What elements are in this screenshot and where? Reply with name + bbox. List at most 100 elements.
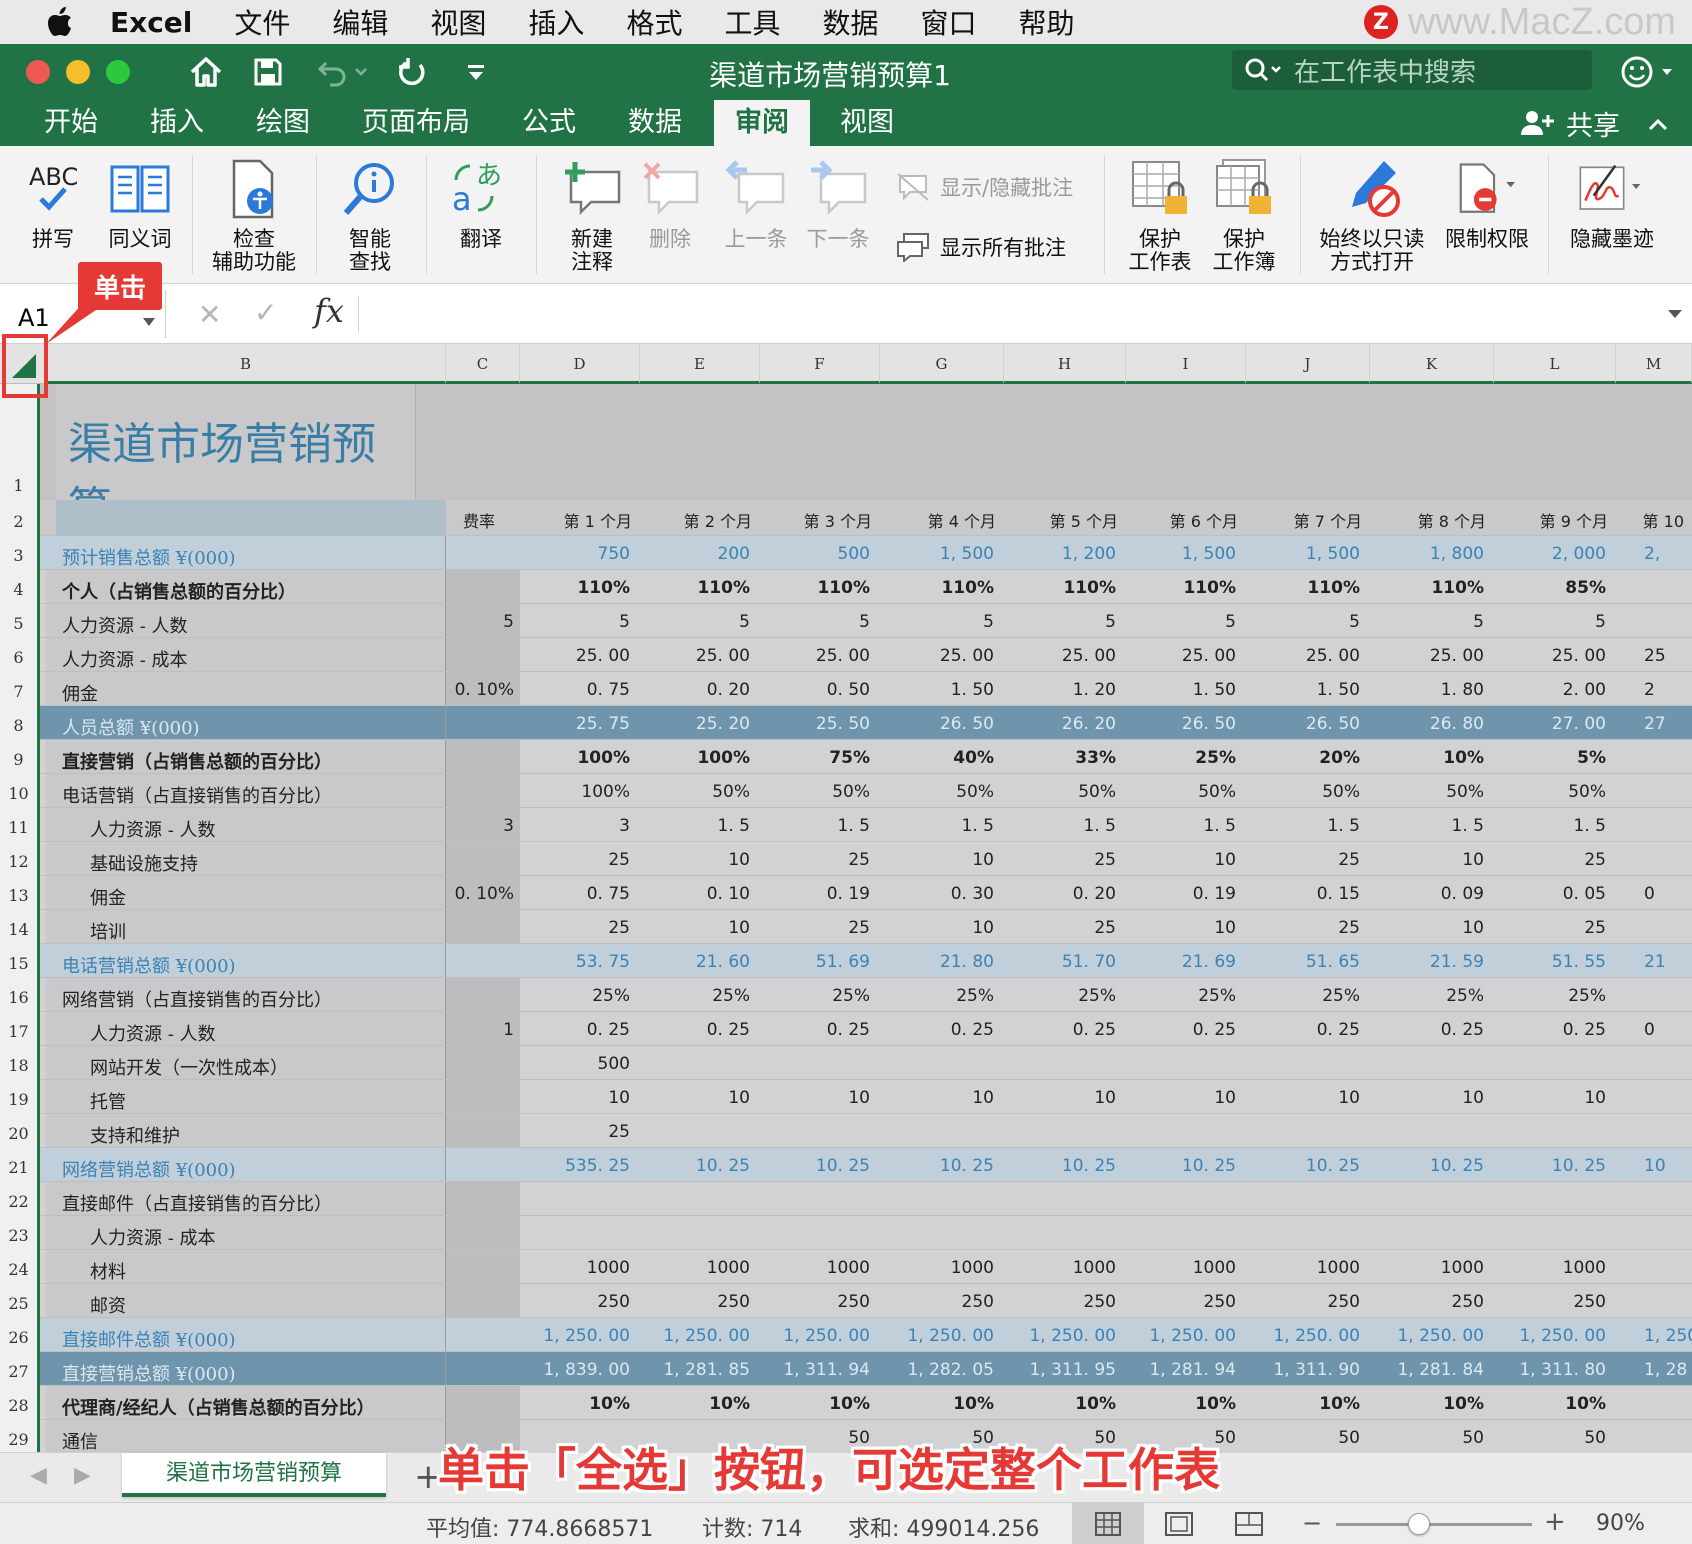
- tab-draw[interactable]: 绘图: [256, 100, 310, 146]
- data-cell[interactable]: 50%: [1126, 782, 1246, 802]
- data-cell[interactable]: 1, 282. 05: [880, 1360, 1004, 1380]
- data-cell[interactable]: 0. 75: [520, 680, 640, 700]
- data-cell[interactable]: 26. 50: [880, 714, 1004, 734]
- data-cell[interactable]: 1, 250. 00: [1246, 1326, 1370, 1346]
- data-cell[interactable]: 2. 00: [1494, 680, 1616, 700]
- data-cell[interactable]: 10: [1126, 918, 1246, 938]
- data-cell[interactable]: 1. 50: [880, 680, 1004, 700]
- data-cell[interactable]: 50: [1494, 1428, 1616, 1448]
- data-cell[interactable]: 25%: [880, 986, 1004, 1006]
- data-cell[interactable]: 51. 65: [1246, 952, 1370, 972]
- tab-formulas[interactable]: 公式: [522, 100, 576, 146]
- data-cell[interactable]: 1, 281. 85: [640, 1360, 760, 1380]
- data-cell[interactable]: 10%: [1004, 1394, 1126, 1414]
- data-cell[interactable]: 10: [880, 850, 1004, 870]
- data-cell[interactable]: 10: [1126, 850, 1246, 870]
- data-cell[interactable]: 250: [1004, 1292, 1126, 1312]
- data-cell[interactable]: 5: [520, 612, 640, 632]
- table-row[interactable]: 人力资源 - 成本: [40, 1216, 1692, 1250]
- home-icon[interactable]: [186, 54, 226, 90]
- tab-data[interactable]: 数据: [628, 100, 682, 146]
- zoom-slider-thumb[interactable]: [1407, 1513, 1430, 1535]
- name-box-dropdown-icon[interactable]: [141, 316, 157, 328]
- data-cell[interactable]: 0. 25: [1494, 1020, 1616, 1040]
- new-comment-button[interactable]: 新建 注释: [552, 154, 632, 274]
- data-cell[interactable]: 0. 25: [1126, 1020, 1246, 1040]
- data-cell[interactable]: 0. 25: [1004, 1020, 1126, 1040]
- data-cell[interactable]: 40%: [880, 748, 1004, 768]
- data-cell[interactable]: 110%: [1246, 578, 1370, 598]
- data-cell[interactable]: 1, 250. 00: [1004, 1326, 1126, 1346]
- data-cell[interactable]: 5: [1126, 612, 1246, 632]
- data-cell[interactable]: 10. 25: [1004, 1156, 1126, 1176]
- next-comment-button[interactable]: 下一条: [796, 154, 880, 251]
- data-cell[interactable]: 25%: [760, 986, 880, 1006]
- protect-workbook-button[interactable]: 保护 工作簿: [1202, 154, 1286, 274]
- data-cell[interactable]: 10%: [520, 1394, 640, 1414]
- menu-file[interactable]: 文件: [234, 2, 290, 42]
- data-cell[interactable]: 10. 25: [880, 1156, 1004, 1176]
- table-row[interactable]: 基础设施支持 25 10 25 10 25 10 25 10 25: [40, 842, 1692, 876]
- row-header[interactable]: 16: [0, 988, 37, 1007]
- data-cell[interactable]: 1000: [520, 1258, 640, 1278]
- data-cell[interactable]: 27. 00: [1494, 714, 1616, 734]
- table-row[interactable]: 直接邮件总额 ¥(000) 1, 250. 00 1, 250. 00 1, 250.…: [40, 1318, 1692, 1352]
- data-cell[interactable]: 110%: [880, 578, 1004, 598]
- data-cell[interactable]: 110%: [1004, 578, 1126, 598]
- data-cell[interactable]: 10%: [1246, 1394, 1370, 1414]
- row-header[interactable]: 26: [0, 1328, 37, 1347]
- smart-lookup-button[interactable]: 智能 查找: [330, 154, 410, 274]
- page-break-view-button[interactable]: [1234, 1511, 1264, 1541]
- data-cell[interactable]: 5: [1494, 612, 1616, 632]
- table-row[interactable]: 佣金 0. 10% 0. 75 0. 20 0. 50 1. 50 1. 20 1. 50 1.…: [40, 672, 1692, 706]
- zoom-out-button[interactable]: −: [1302, 1509, 1322, 1537]
- table-row[interactable]: 预计销售总额 ¥(000) 750 200 500 1, 500 1, 200 1, 500…: [40, 536, 1692, 570]
- protect-sheet-button[interactable]: 保护 工作表: [1118, 154, 1202, 274]
- data-cell[interactable]: 1, 250. 00: [1494, 1326, 1616, 1346]
- data-cell[interactable]: 0. 50: [760, 680, 880, 700]
- data-cell[interactable]: 50%: [1246, 782, 1370, 802]
- data-cell[interactable]: 1, 311. 95: [1004, 1360, 1126, 1380]
- data-cell[interactable]: 10: [1370, 918, 1494, 938]
- data-cell[interactable]: 0. 25: [520, 1020, 640, 1040]
- data-cell[interactable]: 0: [1616, 1020, 1692, 1040]
- data-cell[interactable]: 5: [880, 612, 1004, 632]
- always-open-readonly-button[interactable]: 始终以只读 方式打开: [1312, 154, 1432, 274]
- data-cell[interactable]: 25%: [1246, 986, 1370, 1006]
- worksheet-grid[interactable]: ABCDEFGHIJKLM 渠道市场营销预算1费率第 1 个月第 2 个月第 3…: [0, 344, 1692, 1452]
- data-cell[interactable]: 1. 20: [1004, 680, 1126, 700]
- table-row[interactable]: 托管 10 10 10 10 10 10 10 10 10: [40, 1080, 1692, 1114]
- data-cell[interactable]: 21. 60: [640, 952, 760, 972]
- data-cell[interactable]: 10. 25: [1246, 1156, 1370, 1176]
- data-cell[interactable]: 20%: [1246, 748, 1370, 768]
- menu-insert[interactable]: 插入: [528, 2, 584, 42]
- data-cell[interactable]: 500: [520, 1054, 640, 1074]
- table-row[interactable]: 人力资源 - 人数 1 0. 25 0. 25 0. 25 0. 25 0. 25 0. 25…: [40, 1012, 1692, 1046]
- data-cell[interactable]: 50: [1246, 1428, 1370, 1448]
- data-cell[interactable]: 0. 25: [760, 1020, 880, 1040]
- data-cell[interactable]: 10: [1004, 1088, 1126, 1108]
- data-cell[interactable]: 0. 75: [520, 884, 640, 904]
- row-header[interactable]: 19: [0, 1090, 37, 1109]
- column-header-e[interactable]: E: [640, 344, 760, 384]
- column-header-h[interactable]: H: [1004, 344, 1126, 384]
- show-all-comments-button[interactable]: 显示所有批注: [896, 232, 1066, 262]
- row-header[interactable]: 25: [0, 1294, 37, 1313]
- data-cell[interactable]: 1. 5: [1246, 816, 1370, 836]
- data-cell[interactable]: 1000: [1126, 1258, 1246, 1278]
- data-cell[interactable]: 10%: [1494, 1394, 1616, 1414]
- menu-app-excel[interactable]: Excel: [110, 6, 192, 39]
- table-row[interactable]: 代理商/经纪人（占销售总额的百分比） 10% 10% 10% 10% 10% 10% 10% 1…: [40, 1386, 1692, 1420]
- menu-window[interactable]: 窗口: [920, 2, 976, 42]
- data-cell[interactable]: 75%: [760, 748, 880, 768]
- data-cell[interactable]: 0. 25: [1370, 1020, 1494, 1040]
- menu-tools[interactable]: 工具: [724, 2, 780, 42]
- data-cell[interactable]: 110%: [760, 578, 880, 598]
- data-cell[interactable]: 10. 25: [1370, 1156, 1494, 1176]
- data-cell[interactable]: 1, 281. 84: [1370, 1360, 1494, 1380]
- data-cell[interactable]: 25: [1246, 850, 1370, 870]
- data-cell[interactable]: 85%: [1494, 578, 1616, 598]
- column-header-m[interactable]: M: [1616, 344, 1692, 384]
- column-header-j[interactable]: J: [1246, 344, 1370, 384]
- data-cell[interactable]: 1000: [1494, 1258, 1616, 1278]
